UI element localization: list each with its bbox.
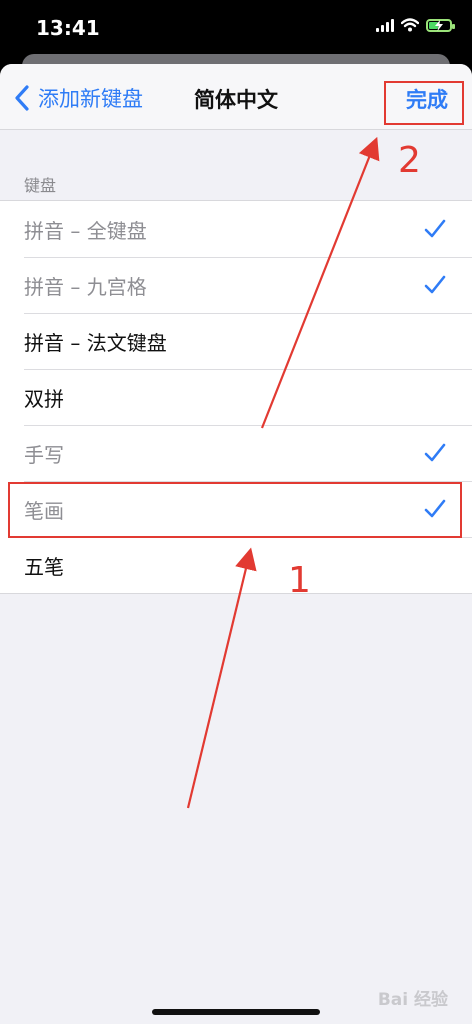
section-header: 键盘 — [24, 176, 57, 195]
cellular-signal-icon — [376, 18, 394, 32]
keyboard-item-wubi[interactable]: 五笔 — [0, 537, 472, 593]
home-indicator[interactable] — [152, 1009, 320, 1015]
keyboard-item-quanjianpan[interactable]: 拼音 – 全键盘 — [0, 201, 472, 257]
watermark: Bai 经验 — [377, 990, 448, 1010]
wifi-icon — [401, 18, 419, 32]
done-highlight-box — [384, 81, 464, 125]
keyboard-item-jiugongge[interactable]: 拼音 – 九宫格 — [0, 257, 472, 313]
checkmark-icon — [424, 219, 446, 238]
stroke-highlight-box — [8, 482, 462, 538]
keyboard-item-label: 拼音 – 全键盘 — [24, 218, 147, 243]
checkmark-icon — [424, 275, 446, 294]
battery-charging-icon — [426, 18, 455, 32]
keyboard-item-fawenjianpan[interactable]: 拼音 – 法文键盘 — [0, 313, 472, 369]
status-icons — [376, 18, 455, 32]
keyboard-settings-sheet: 添加新键盘 简体中文 完成 键盘 拼音 – 全键盘 拼音 – 九宫格 拼音 – 法文… — [0, 64, 472, 1024]
checkmark-icon — [424, 443, 446, 462]
status-time: 13:41 — [36, 16, 100, 40]
keyboard-item-shouxie[interactable]: 手写 — [0, 425, 472, 481]
annotation-step-1: 1 — [288, 560, 311, 601]
keyboard-item-label: 拼音 – 九宫格 — [24, 274, 147, 299]
keyboard-item-label: 手写 — [24, 442, 64, 467]
status-bar: 13:41 — [0, 0, 472, 60]
annotation-step-2: 2 — [398, 140, 421, 181]
keyboard-item-label: 五笔 — [24, 554, 64, 579]
keyboard-item-label: 双拼 — [24, 386, 64, 411]
keyboard-item-label: 拼音 – 法文键盘 — [24, 330, 167, 355]
keyboard-item-shuangpin[interactable]: 双拼 — [0, 369, 472, 425]
navigation-bar: 添加新键盘 简体中文 完成 — [0, 64, 472, 130]
